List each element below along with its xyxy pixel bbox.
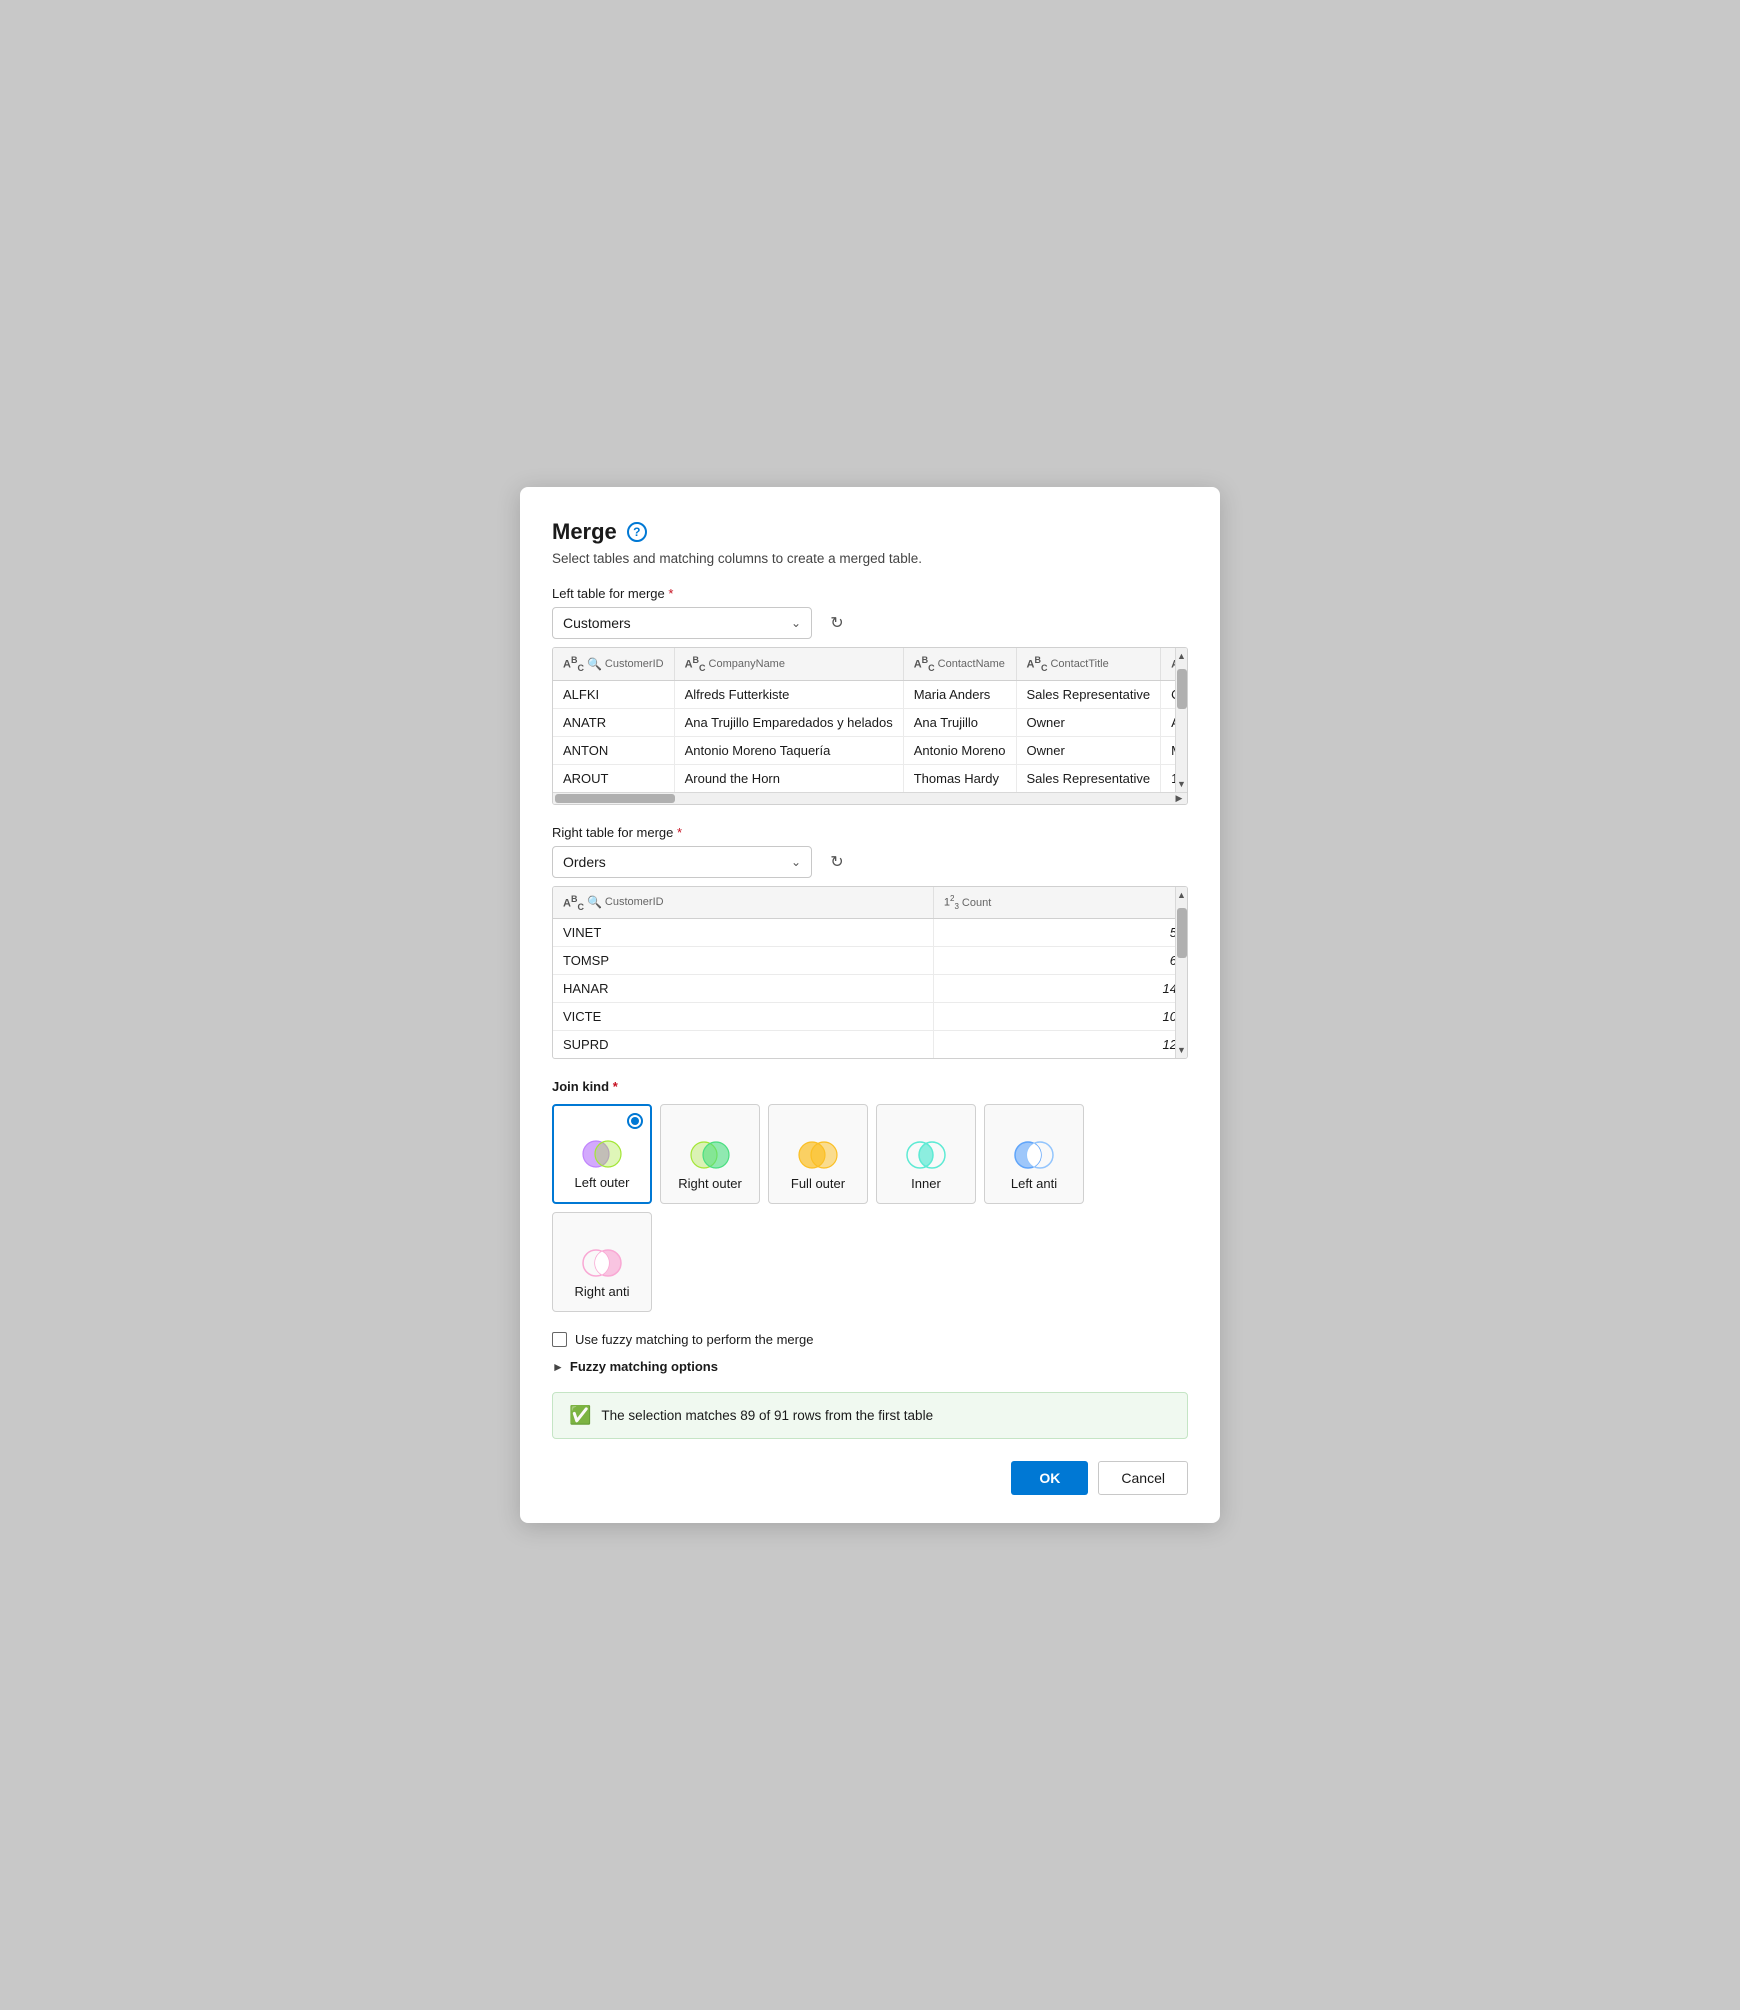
left-table: ABC 🔍 CustomerID ABC CompanyName [553,648,1188,792]
left-table-label: Left table for merge * [552,586,1188,601]
left-table-refresh-button[interactable]: ↻ [822,608,852,638]
dialog-footer: OK Cancel [552,1461,1188,1495]
left-table-required: * [668,586,673,601]
join-option-left-anti-label: Left anti [1011,1176,1057,1193]
left-table-chevron-icon: ⌄ [791,616,801,630]
search-icon: 🔍 [587,895,602,909]
join-option-right-anti-label: Right anti [575,1284,630,1301]
table-row[interactable]: ANATRAna Trujillo Emparedados y heladosA… [553,708,1188,736]
table-row[interactable]: AROUTAround the HornThomas HardySales Re… [553,764,1188,792]
fuzzy-matching-row: Use fuzzy matching to perform the merge [552,1332,1188,1347]
match-info-text: The selection matches 89 of 91 rows from… [601,1408,933,1423]
join-option-right-outer-label: Right outer [678,1176,742,1193]
join-option-full-outer-label: Full outer [791,1176,845,1193]
radio-selected-icon [627,1113,643,1129]
join-option-right-anti[interactable]: Right anti [552,1212,652,1312]
table-row[interactable]: ANTONAntonio Moreno TaqueríaAntonio More… [553,736,1188,764]
venn-right-outer-icon [688,1140,732,1170]
join-option-left-anti[interactable]: Left anti [984,1104,1084,1204]
right-table-label: Right table for merge * [552,825,1188,840]
left-col-contacttitle[interactable]: ABC ContactTitle [1016,648,1161,680]
fuzzy-options-label: Fuzzy matching options [570,1359,718,1374]
match-info-check-icon: ✅ [569,1405,591,1426]
left-table-vscroll[interactable]: ▲ ▼ [1175,648,1187,792]
join-option-inner-label: Inner [911,1176,941,1193]
venn-inner-icon [904,1140,948,1170]
join-option-left-outer-label: Left outer [575,1175,630,1192]
hscroll-right-arrow-icon[interactable]: ▶ [1171,793,1187,804]
right-col-customerid[interactable]: ABC 🔍 CustomerID [553,887,933,919]
join-options-group: Left outer Right outer Full outer [552,1104,1188,1312]
fuzzy-matching-label: Use fuzzy matching to perform the merge [575,1332,813,1347]
right-table-chevron-icon: ⌄ [791,855,801,869]
dialog-subtitle: Select tables and matching columns to cr… [552,551,1188,566]
join-option-right-outer[interactable]: Right outer [660,1104,760,1204]
venn-left-outer-icon [580,1139,624,1169]
left-table-hscroll-thumb [555,794,675,803]
left-table-hscroll[interactable]: ▶ [553,792,1187,804]
help-icon[interactable]: ? [627,522,647,542]
left-col-companyname[interactable]: ABC CompanyName [674,648,903,680]
join-option-left-outer[interactable]: Left outer [552,1104,652,1204]
match-info-banner: ✅ The selection matches 89 of 91 rows fr… [552,1392,1188,1439]
table-row[interactable]: ALFKIAlfreds FutterkisteMaria AndersSale… [553,680,1188,708]
right-vscroll-thumb [1177,908,1187,958]
join-kind-label: Join kind * [552,1079,1188,1094]
right-table-vscroll[interactable]: ▲ ▼ [1175,887,1187,1059]
right-table-dropdown[interactable]: Orders ⌄ [552,846,812,878]
left-col-contactname[interactable]: ABC ContactName [903,648,1016,680]
ok-button[interactable]: OK [1011,1461,1088,1495]
right-table-container: ABC 🔍 CustomerID 123 Count VI [552,886,1188,1060]
vscroll-down-arrow-icon[interactable]: ▼ [1176,776,1187,792]
cancel-button[interactable]: Cancel [1098,1461,1188,1495]
search-icon: 🔍 [587,657,602,671]
join-option-inner[interactable]: Inner [876,1104,976,1204]
right-vscroll-up-icon[interactable]: ▲ [1176,887,1187,903]
fuzzy-matching-checkbox[interactable] [552,1332,567,1347]
table-row[interactable]: HANAR14 [553,975,1187,1003]
merge-dialog: Merge ? Select tables and matching colum… [520,487,1220,1524]
right-table-required: * [677,825,682,840]
right-table-refresh-button[interactable]: ↻ [822,847,852,877]
right-table: ABC 🔍 CustomerID 123 Count VI [553,887,1187,1059]
right-vscroll-down-icon[interactable]: ▼ [1176,1042,1187,1058]
table-row[interactable]: SUPRD12 [553,1031,1187,1059]
join-option-full-outer[interactable]: Full outer [768,1104,868,1204]
fuzzy-options-chevron-icon: ► [552,1360,564,1374]
left-table-container: ABC 🔍 CustomerID ABC CompanyName [552,647,1188,805]
left-col-customerid[interactable]: ABC 🔍 CustomerID [553,648,674,680]
left-table-dropdown[interactable]: Customers ⌄ [552,607,812,639]
venn-full-outer-icon [796,1140,840,1170]
vscroll-up-arrow-icon[interactable]: ▲ [1176,648,1187,664]
dialog-title: Merge [552,519,617,545]
venn-right-anti-icon [580,1248,624,1278]
table-row[interactable]: TOMSP6 [553,947,1187,975]
fuzzy-options-row[interactable]: ► Fuzzy matching options [552,1359,1188,1374]
table-row[interactable]: VICTE10 [553,1003,1187,1031]
venn-left-anti-icon [1012,1140,1056,1170]
vscroll-thumb [1177,669,1187,709]
right-col-count[interactable]: 123 Count [933,887,1187,919]
table-row[interactable]: VINET5 [553,919,1187,947]
